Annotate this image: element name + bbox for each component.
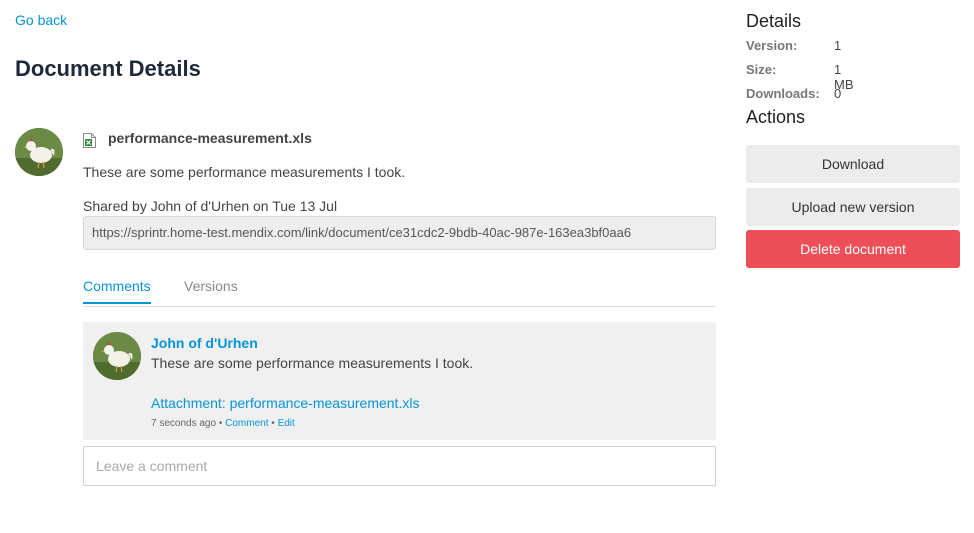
- comment-input[interactable]: [83, 446, 716, 486]
- comment-edit-link[interactable]: Edit: [278, 418, 295, 429]
- comment-item: John of d'Urhen These are some performan…: [83, 322, 716, 440]
- file-name: performance-measurement.xls: [108, 130, 312, 146]
- share-link-field[interactable]: https://sprintr.home-test.mendix.com/lin…: [83, 216, 716, 250]
- tab-versions[interactable]: Versions: [184, 278, 238, 302]
- details-heading: Details: [746, 11, 802, 31]
- page-title: Document Details: [15, 56, 201, 81]
- tab-bar: Comments Versions: [83, 278, 716, 307]
- comment-meta: 7 seconds ago • Comment • Edit: [151, 418, 295, 429]
- delete-document-button[interactable]: Delete document: [746, 230, 960, 268]
- comment-avatar: [93, 332, 141, 380]
- excel-file-icon: [83, 133, 96, 148]
- user-avatar: [15, 128, 63, 176]
- downloads-value: 0: [834, 86, 842, 101]
- file-description: These are some performance measurements …: [83, 164, 406, 180]
- size-label: Size:: [746, 62, 777, 77]
- version-value: 1: [834, 38, 842, 53]
- comment-author-link[interactable]: John of d'Urhen: [151, 335, 258, 351]
- upload-new-version-button[interactable]: Upload new version: [746, 188, 960, 226]
- meta-separator: •: [218, 418, 223, 429]
- go-back-link[interactable]: Go back: [15, 12, 67, 28]
- download-button[interactable]: Download: [746, 145, 960, 183]
- shared-by-text: Shared by John of d'Urhen on Tue 13 Jul: [83, 198, 338, 214]
- actions-heading: Actions: [746, 107, 806, 127]
- attachment-link[interactable]: Attachment: performance-measurement.xls: [151, 395, 419, 411]
- meta-separator: •: [271, 418, 275, 429]
- tab-comments[interactable]: Comments: [83, 278, 151, 304]
- version-label: Version:: [746, 38, 798, 53]
- comment-reply-link[interactable]: Comment: [225, 418, 268, 429]
- comment-text: These are some performance measurements …: [151, 355, 474, 371]
- downloads-label: Downloads:: [746, 86, 820, 101]
- comment-timestamp: 7 seconds ago: [151, 418, 217, 429]
